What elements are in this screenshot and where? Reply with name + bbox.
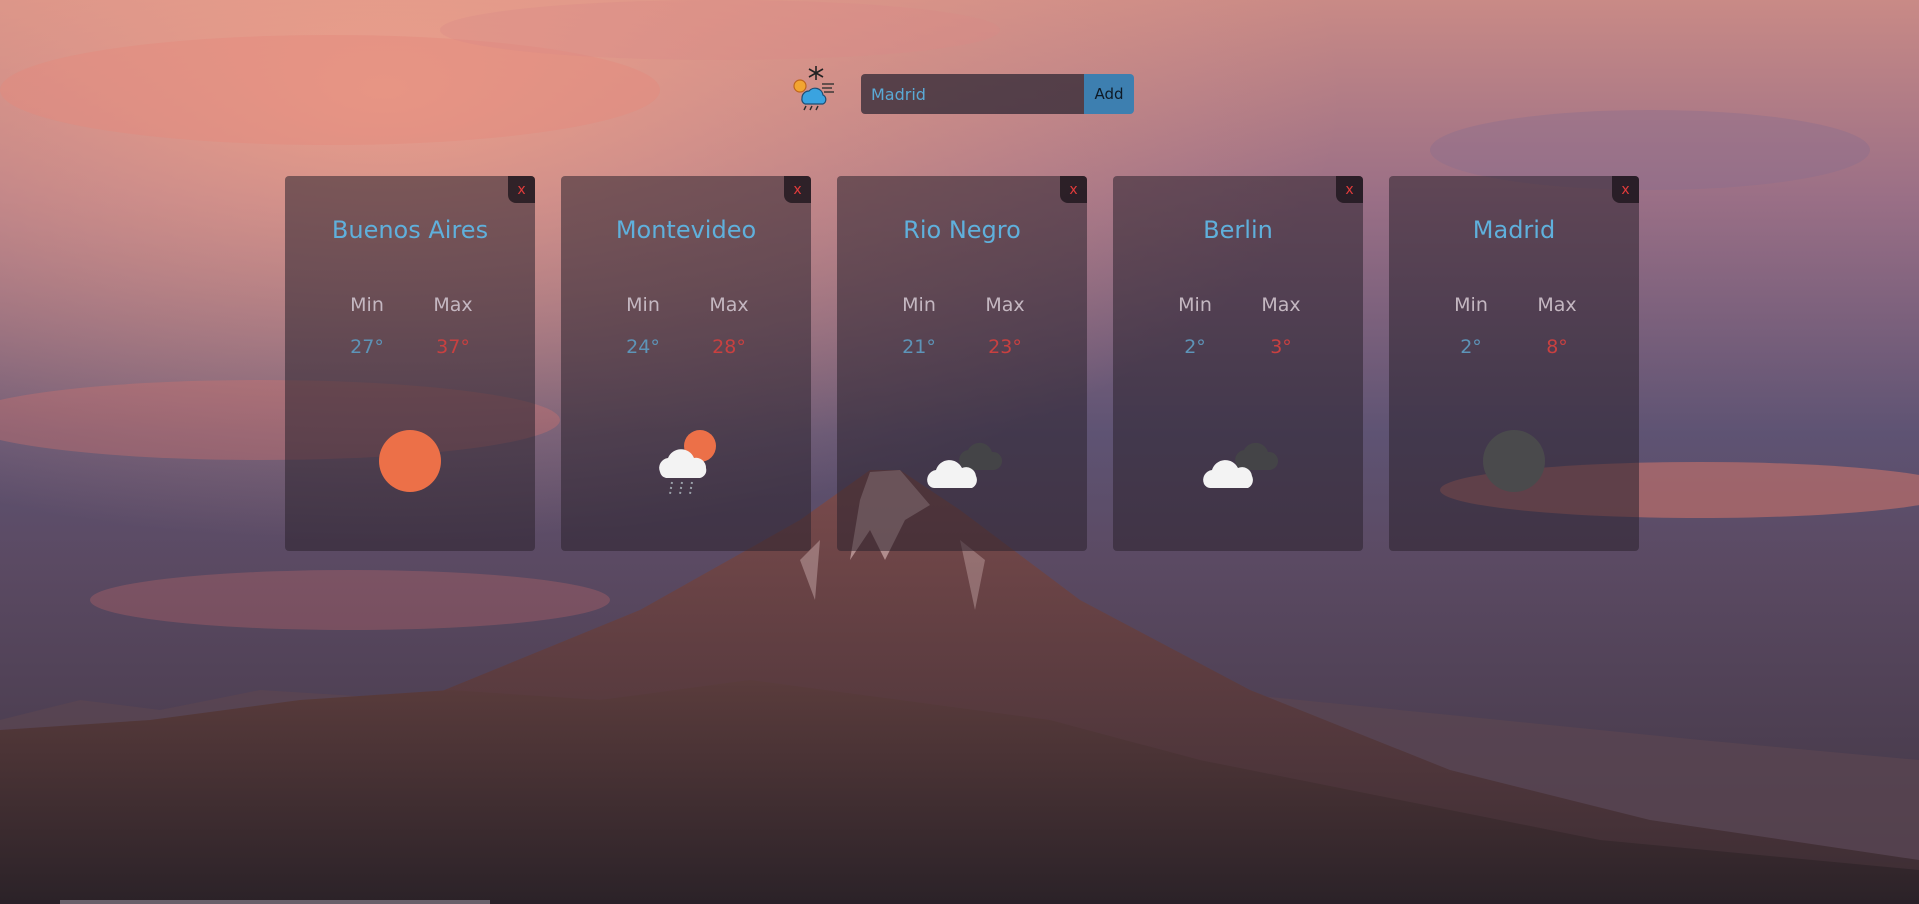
min-label: Min [1178,294,1212,316]
max-label: Max [1537,294,1577,316]
min-temperature: 2° [1184,336,1206,358]
weather-mix-icon [793,66,834,111]
temperature-row: Min 24° Max 28° [561,294,811,358]
max-temperature: 23° [988,336,1022,358]
city-search-input[interactable] [861,74,1084,114]
temperature-row: Min 27° Max 37° [285,294,535,358]
horizontal-scrollbar[interactable] [0,900,1919,904]
max-label: Max [985,294,1025,316]
max-label: Max [433,294,473,316]
temperature-row: Min 2° Max 3° [1113,294,1363,358]
max-temperature: 3° [1270,336,1292,358]
min-label: Min [902,294,936,316]
close-card-button[interactable]: x [1336,176,1363,203]
max-label: Max [709,294,749,316]
broken-clouds-icon [1203,442,1278,488]
close-card-button[interactable]: x [1060,176,1087,203]
min-label: Min [350,294,384,316]
city-name: Madrid [1472,216,1556,244]
city-card: x Montevideo Min 24° Max 28° [561,176,811,551]
search-form: Add [861,74,1134,114]
sun-icon [379,430,441,492]
broken-clouds-icon [927,442,1002,488]
city-card: x Berlin Min 2° Max 3° [1113,176,1363,551]
city-card: x Madrid Min 2° Max 8° [1389,176,1639,551]
close-card-button[interactable]: x [784,176,811,203]
max-temperature: 28° [712,336,746,358]
min-temperature: 21° [902,336,936,358]
min-label: Min [626,294,660,316]
city-card: x Rio Negro Min 21° Max 23° [837,176,1087,551]
min-temperature: 24° [626,336,660,358]
min-temperature: 2° [1460,336,1482,358]
max-label: Max [1261,294,1301,316]
temperature-row: Min 21° Max 23° [837,294,1087,358]
close-card-button[interactable]: x [1612,176,1639,203]
weather-app: Add x Buenos Aires Min 27° Max 37° x [0,0,1919,904]
max-temperature: 37° [436,336,470,358]
city-name: Montevideo [615,216,757,244]
city-name: Buenos Aires [331,216,489,244]
min-label: Min [1454,294,1488,316]
city-card: x Buenos Aires Min 27° Max 37° [285,176,535,551]
min-temperature: 27° [350,336,384,358]
city-name: Berlin [1203,216,1273,244]
temperature-row: Min 2° Max 8° [1389,294,1639,358]
add-city-button[interactable]: Add [1084,74,1134,114]
city-cards: x Buenos Aires Min 27° Max 37° x Montevi… [285,176,1639,551]
sun-cloud-rain-icon [659,430,716,495]
moon-night-icon [1483,430,1545,492]
city-name: Rio Negro [903,216,1021,244]
max-temperature: 8° [1546,336,1568,358]
scrollbar-thumb[interactable] [60,900,490,904]
close-card-button[interactable]: x [508,176,535,203]
